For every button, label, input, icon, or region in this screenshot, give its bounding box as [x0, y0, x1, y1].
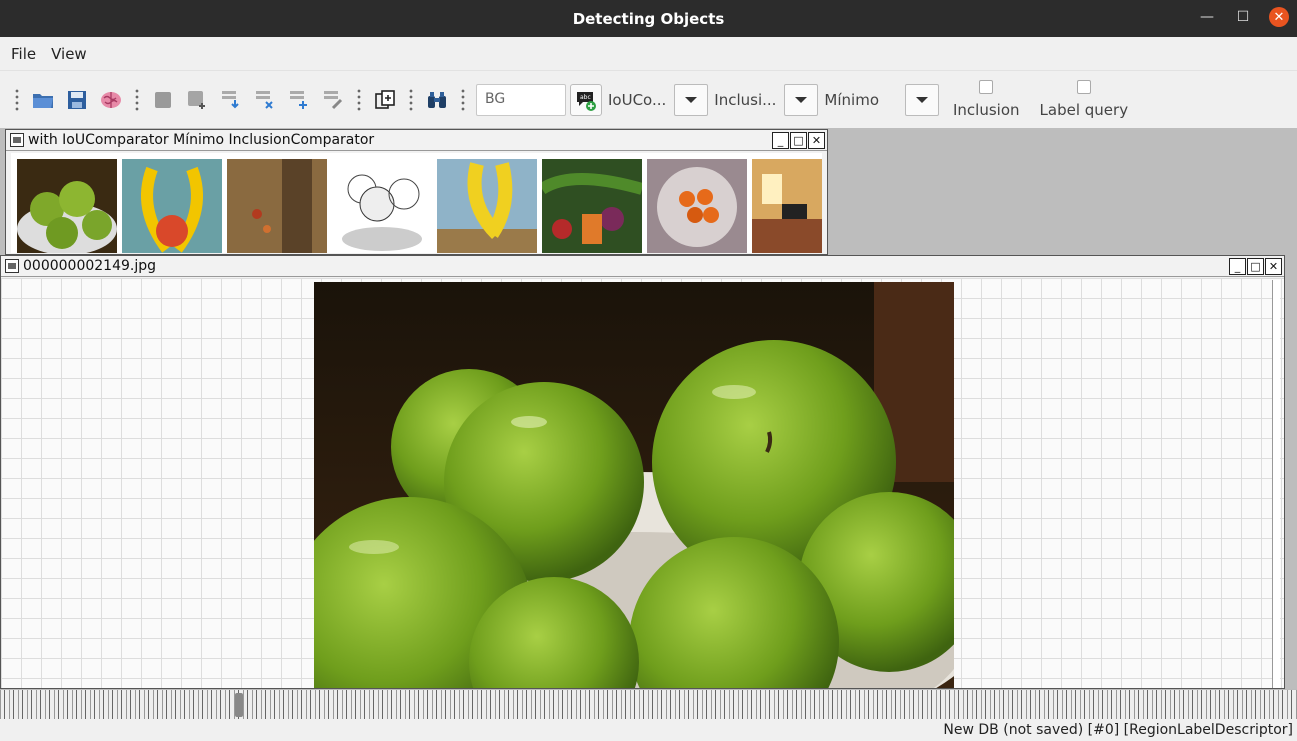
close-icon[interactable]: ✕ [1265, 257, 1282, 275]
inclusion-checkbox-label: Inclusion [953, 101, 1020, 119]
results-frame-header[interactable]: with IoUComparator Mínimo InclusionCompa… [6, 130, 827, 151]
desktop-area: with IoUComparator Mínimo InclusionCompa… [0, 128, 1297, 689]
thumbnail-oranges-bowl[interactable] [647, 159, 747, 253]
maximize-icon[interactable]: ☐ [1233, 7, 1253, 27]
remove-icon[interactable] [252, 87, 278, 113]
window-title: Detecting Objects [572, 9, 725, 28]
results-frame: with IoUComparator Mínimo InclusionCompa… [5, 129, 828, 255]
toolbar-grip[interactable] [460, 87, 466, 112]
brain-icon[interactable] [98, 87, 124, 113]
toolbar: BG abc IoUCo... Inclusi... Mínimo Inclus… [0, 72, 1297, 127]
minimize-icon[interactable]: _ [1229, 257, 1246, 275]
comparator-dropdown[interactable] [674, 83, 709, 116]
inclusion-checkbox[interactable] [979, 80, 994, 94]
minimo-dropdown[interactable] [905, 83, 939, 116]
menu-view[interactable]: View [51, 45, 87, 63]
add-region-icon[interactable] [184, 87, 210, 113]
svg-text:abc: abc [580, 94, 591, 101]
menu-bar: File View [0, 37, 1297, 71]
toolbar-grip[interactable] [408, 87, 414, 112]
thumbnail-vegetables[interactable] [542, 159, 642, 253]
label-query-checkbox[interactable] [1076, 80, 1091, 94]
apples-photo[interactable] [314, 282, 954, 688]
close-icon[interactable]: ✕ [808, 131, 825, 149]
inclusion-label: Inclusi... [714, 90, 777, 109]
image-canvas[interactable] [1, 278, 1284, 688]
label-query-checkbox-label: Label query [1039, 101, 1129, 119]
toolbar-grip[interactable] [356, 87, 362, 112]
save-icon[interactable] [64, 87, 90, 113]
thumbnail-living-room[interactable] [752, 159, 822, 253]
copy-icon[interactable] [372, 87, 398, 113]
binoculars-icon[interactable] [424, 87, 450, 113]
close-icon[interactable]: ✕ [1269, 7, 1289, 27]
scroll-thumb[interactable] [235, 693, 243, 717]
comparator-label: IoUCo... [608, 90, 667, 109]
vertical-scrollbar[interactable] [1272, 280, 1280, 688]
thumbnail-fruit-sketch[interactable] [332, 159, 432, 253]
thumbnail-tree-bark[interactable] [227, 159, 327, 253]
minimize-icon[interactable]: — [1197, 7, 1217, 27]
status-text: New DB (not saved) [#0] [RegionLabelDesc… [943, 722, 1293, 738]
frame-icon [5, 259, 19, 273]
results-frame-title: with IoUComparator Mínimo InclusionCompa… [28, 132, 375, 148]
status-bar: New DB (not saved) [#0] [RegionLabelDesc… [0, 719, 1297, 741]
add-label-button[interactable]: abc [570, 83, 602, 116]
search-edit-icon[interactable] [320, 87, 346, 113]
image-frame-header[interactable]: 000000002149.jpg _ □ ✕ [1, 256, 1284, 277]
add-icon[interactable] [286, 87, 312, 113]
thumbnail-strip [11, 153, 822, 253]
toolbar-grip[interactable] [14, 87, 20, 112]
horizontal-scrollbar[interactable] [0, 689, 1297, 719]
window-controls: — ☐ ✕ [1197, 7, 1289, 27]
maximize-icon[interactable]: □ [790, 131, 807, 149]
inclusion-dropdown[interactable] [784, 83, 819, 116]
minimo-label: Mínimo [824, 90, 879, 109]
title-bar: Detecting Objects — ☐ ✕ [0, 0, 1297, 37]
image-frame: 000000002149.jpg _ □ ✕ [0, 255, 1285, 689]
add-label-icon: abc [577, 91, 596, 111]
image-frame-title: 000000002149.jpg [23, 258, 156, 274]
label-query-checkbox-group: Label query [1039, 80, 1129, 119]
open-folder-icon[interactable] [30, 87, 56, 113]
thumbnail-green-apples[interactable] [17, 159, 117, 253]
menu-file[interactable]: File [11, 45, 36, 63]
thumbnail-banana-apple[interactable] [122, 159, 222, 253]
toolbar-grip[interactable] [134, 87, 140, 112]
bg-input[interactable]: BG [476, 83, 566, 116]
frame-icon [10, 133, 24, 147]
maximize-icon[interactable]: □ [1247, 257, 1264, 275]
download-icon[interactable] [218, 87, 244, 113]
thumbnail-bananas[interactable] [437, 159, 537, 253]
minimize-icon[interactable]: _ [772, 131, 789, 149]
inclusion-checkbox-group: Inclusion [953, 80, 1020, 119]
square-icon[interactable] [150, 87, 176, 113]
